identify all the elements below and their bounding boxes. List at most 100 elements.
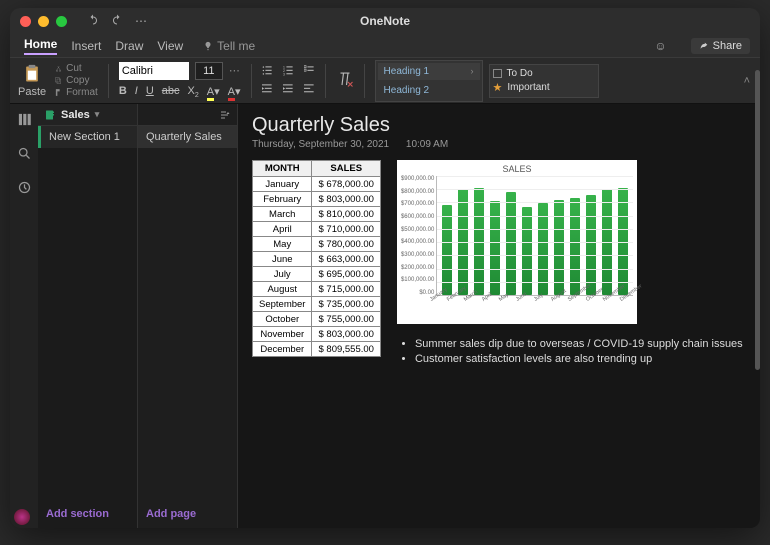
quick-access-toolbar: ⋯ (87, 14, 148, 29)
list-item[interactable]: Summer sales dip due to overseas / COVID… (415, 338, 743, 350)
page-title[interactable]: Quarterly Sales (252, 114, 746, 137)
table-row[interactable]: April$ 710,000.00 (253, 222, 381, 237)
tab-draw[interactable]: Draw (115, 39, 143, 53)
customize-qat[interactable]: ⋯ (135, 14, 148, 29)
list-item[interactable]: Customer satisfaction levels are also tr… (415, 353, 743, 365)
traffic-lights (20, 16, 67, 27)
font-color-button[interactable]: A▾ (228, 85, 241, 99)
pages-pane: Quarterly Sales Add page (138, 104, 238, 528)
main-area: Sales ▾ New Section 1 Add section Quarte… (10, 104, 760, 528)
tag-important[interactable]: ★Important (493, 81, 595, 94)
underline-button[interactable]: U (146, 85, 154, 99)
italic-button[interactable]: I (135, 85, 138, 99)
svg-text:3: 3 (283, 72, 285, 76)
notebooks-icon[interactable] (17, 112, 32, 132)
page-date[interactable]: Thursday, September 30, 2021 (252, 139, 389, 150)
clear-formatting-button[interactable] (336, 70, 354, 91)
styles-gallery[interactable]: Heading 1› Heading 2 (375, 60, 483, 102)
add-page-button[interactable]: Add page (138, 500, 237, 528)
numbering-button[interactable]: 123 (283, 65, 294, 79)
titlebar: ⋯ OneNote (10, 8, 760, 34)
chevron-down-icon: ▾ (95, 109, 100, 120)
subscript-button[interactable]: X2 (188, 85, 199, 99)
tell-me-search[interactable]: Tell me (203, 39, 255, 53)
recent-button[interactable] (17, 180, 32, 200)
font-name-select[interactable] (119, 62, 189, 80)
checklist-button[interactable] (304, 65, 315, 79)
indent-button[interactable] (283, 83, 294, 97)
section-item[interactable]: New Section 1 (38, 126, 137, 148)
sales-chart[interactable]: SALES $900,000.00$800,000.00$700,000.00$… (397, 160, 637, 324)
align-button[interactable] (304, 83, 315, 97)
chart-plot-area (436, 176, 633, 296)
collapse-ribbon-button[interactable]: ˄ (744, 75, 750, 87)
format-painter-button[interactable]: Format (54, 87, 98, 98)
chart-bar (506, 192, 516, 295)
user-avatar[interactable] (14, 509, 30, 525)
copy-button[interactable]: Copy (54, 75, 98, 86)
table-row[interactable]: August$ 715,000.00 (253, 282, 381, 297)
font-size-select[interactable] (195, 62, 223, 80)
tab-insert[interactable]: Insert (71, 39, 101, 53)
tag-to-do[interactable]: To Do (493, 68, 595, 79)
sort-pages-button[interactable] (138, 104, 237, 126)
notebook-selector[interactable]: Sales ▾ (38, 104, 137, 126)
table-row[interactable]: March$ 810,000.00 (253, 207, 381, 222)
table-row[interactable]: November$ 803,000.00 (253, 327, 381, 342)
bold-button[interactable]: B (119, 85, 127, 99)
redo-button[interactable] (111, 14, 123, 29)
style-heading-2[interactable]: Heading 2 (378, 82, 480, 99)
chart-bar (570, 198, 580, 295)
nav-rail (10, 104, 38, 528)
chevron-right-icon: › (471, 66, 474, 76)
table-row[interactable]: January$ 678,000.00 (253, 177, 381, 192)
search-button[interactable] (17, 146, 32, 166)
minimize-icon[interactable] (38, 16, 49, 27)
table-row[interactable]: February$ 803,000.00 (253, 192, 381, 207)
scrollbar-thumb[interactable] (755, 70, 760, 370)
tab-view[interactable]: View (157, 39, 183, 53)
table-row[interactable]: December$ 809,555.00 (253, 342, 381, 357)
maximize-icon[interactable] (56, 16, 67, 27)
chart-title: SALES (401, 164, 633, 174)
table-header-sales[interactable]: SALES (312, 161, 380, 177)
emoji-button[interactable]: ☺ (654, 39, 666, 53)
notes-list[interactable]: Summer sales dip due to overseas / COVID… (397, 338, 743, 365)
paragraph-group: 123 (262, 65, 315, 97)
bullets-button[interactable] (262, 65, 273, 79)
table-row[interactable]: October$ 755,000.00 (253, 312, 381, 327)
star-icon: ★ (493, 81, 503, 94)
tab-home[interactable]: Home (24, 37, 57, 55)
font-group: ⋯ B I U abc X2 A▾ A▾ (119, 62, 241, 99)
table-row[interactable]: September$ 735,000.00 (253, 297, 381, 312)
cut-button[interactable]: Cut (54, 63, 98, 74)
tags-gallery[interactable]: To Do ★Important (489, 64, 599, 98)
close-icon[interactable] (20, 16, 31, 27)
ribbon-tabs: Home Insert Draw View Tell me ☺ Share (10, 34, 760, 58)
font-more[interactable]: ⋯ (229, 64, 240, 77)
share-button[interactable]: Share (691, 38, 750, 54)
ribbon: Paste Cut Copy Format ⋯ B I U abc X2 A▾ … (10, 58, 760, 104)
table-row[interactable]: July$ 695,000.00 (253, 267, 381, 282)
strikethrough-button[interactable]: abc (162, 85, 180, 99)
undo-button[interactable] (87, 14, 99, 29)
table-header-month[interactable]: MONTH (253, 161, 312, 177)
scrollbar-track[interactable] (755, 70, 760, 523)
chart-bar (586, 195, 596, 295)
sections-pane: Sales ▾ New Section 1 Add section (38, 104, 138, 528)
page-time[interactable]: 10:09 AM (406, 139, 448, 150)
page-item[interactable]: Quarterly Sales (138, 126, 237, 148)
page-canvas[interactable]: Quarterly Sales Thursday, September 30, … (238, 104, 760, 528)
sales-table[interactable]: MONTH SALES January$ 678,000.00February$… (252, 160, 381, 357)
table-row[interactable]: June$ 663,000.00 (253, 252, 381, 267)
highlight-button[interactable]: A▾ (207, 85, 220, 99)
table-row[interactable]: May$ 780,000.00 (253, 237, 381, 252)
app-window: ⋯ OneNote Home Insert Draw View Tell me … (10, 8, 760, 528)
outdent-button[interactable] (262, 83, 273, 97)
chart-x-axis: JanuaryFebruaryMarchAprilMayJuneJulyAugu… (425, 296, 633, 304)
checkbox-icon (493, 69, 502, 78)
style-heading-1[interactable]: Heading 1› (378, 63, 480, 80)
add-section-button[interactable]: Add section (38, 500, 137, 528)
clipboard-group: Cut Copy Format (54, 63, 98, 98)
paste-button[interactable]: Paste (18, 63, 46, 98)
